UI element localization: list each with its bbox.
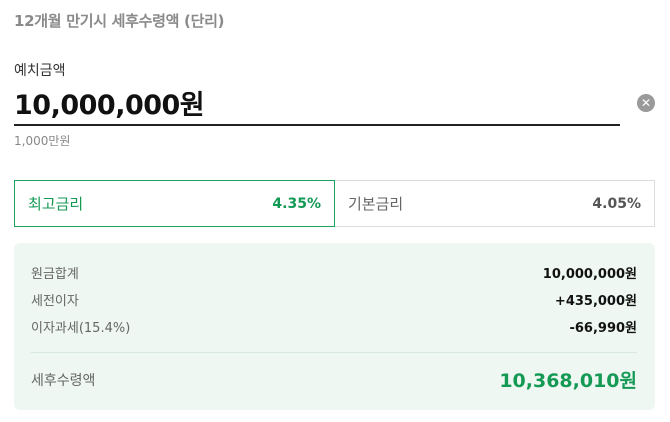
page-title: 12개월 만기시 세후수령액 (단리) [14, 12, 225, 30]
rate-option-base[interactable]: 기본금리 4.05% [334, 180, 655, 227]
rate-option-value: 4.05% [592, 195, 641, 212]
total-label: 세후수령액 [31, 372, 96, 389]
amount-hint: 1,000만원 [14, 134, 71, 148]
summary-row-value: +435,000원 [554, 294, 637, 309]
summary-row-label: 원금합계 [31, 267, 79, 282]
summary-row-label: 세전이자 [31, 294, 79, 309]
rate-option-max[interactable]: 최고금리 4.35% [14, 180, 335, 227]
rate-option-label: 최고금리 [28, 195, 84, 213]
summary-row: 원금합계 10,000,000원 [31, 263, 637, 282]
summary-row: 이자과세(15.4%) -66,990원 [31, 317, 637, 336]
total-value: 10,368,010원 [499, 370, 637, 392]
summary-row-label: 이자과세(15.4%) [31, 321, 131, 336]
deposit-amount-input[interactable] [14, 80, 620, 126]
summary-divider [31, 352, 637, 353]
summary-row-value: 10,000,000원 [542, 267, 637, 282]
summary-row-value: -66,990원 [569, 321, 637, 336]
summary-row: 세전이자 +435,000원 [31, 290, 637, 309]
rate-option-label: 기본금리 [348, 195, 404, 213]
summary-panel: 원금합계 10,000,000원 세전이자 +435,000원 이자과세(15.… [14, 243, 655, 410]
clear-icon[interactable]: ✕ [637, 94, 655, 112]
rate-option-value: 4.35% [272, 195, 321, 212]
summary-total: 세후수령액 10,368,010원 [31, 366, 637, 393]
deposit-label: 예치금액 [14, 63, 66, 79]
